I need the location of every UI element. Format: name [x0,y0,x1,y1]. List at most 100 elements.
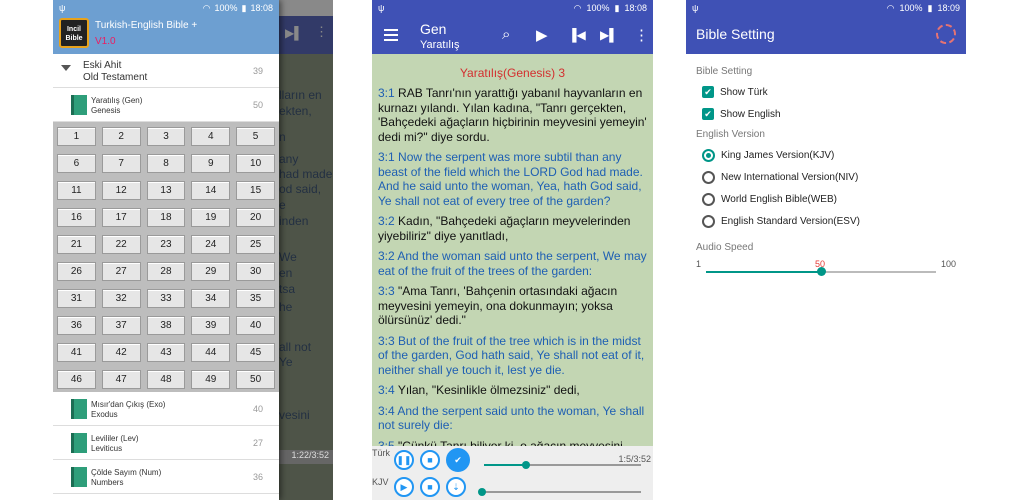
chapter-button[interactable]: 45 [236,343,275,362]
verse-en[interactable]: 3:1 Now the serpent was more subtil than… [378,150,647,208]
testament-count: 39 [252,66,263,76]
chapter-button[interactable]: 31 [57,289,96,308]
stop-button[interactable]: ■ [420,477,440,497]
chapter-button[interactable]: 8 [146,154,186,173]
speed-knob[interactable] [817,267,826,276]
chapter-button[interactable]: 23 [146,235,186,254]
version-option[interactable]: New International Version(NIV) [696,166,956,188]
chapter-button[interactable]: 9 [191,154,231,173]
chapter-button[interactable]: 40 [236,316,275,335]
radio-button[interactable] [702,214,715,228]
chapter-button[interactable]: 32 [101,289,141,308]
menu-icon[interactable] [384,29,398,44]
chapter-button[interactable]: 28 [146,262,186,281]
kjv-progress-knob[interactable] [478,488,486,496]
drawer-scrim[interactable] [279,0,333,500]
chapter-button[interactable]: 16 [57,208,96,227]
chapter-button[interactable]: 37 [101,316,141,335]
verse-tr[interactable]: 3:5 "Çünkü Tanrı biliyor ki, o ağacın me… [378,439,647,447]
verse-en[interactable]: 3:2 And the woman said unto the serpent,… [378,249,647,278]
show-turk-checkbox[interactable]: ✔ [702,86,714,98]
more-icon[interactable]: ⋮ [634,26,649,44]
chapter-button[interactable]: 34 [191,289,231,308]
chapter-button[interactable]: 1 [57,127,96,146]
chapter-button[interactable]: 35 [236,289,275,308]
verse-en[interactable]: 3:4 And the serpent said unto the woman,… [378,404,647,433]
chapter-button[interactable]: 29 [191,262,231,281]
chapter-button[interactable]: 20 [236,208,275,227]
verse-tr[interactable]: 3:2 Kadın, "Bahçedeki ağaçların meyveler… [378,214,647,243]
chapter-button[interactable]: 17 [101,208,141,227]
chapter-button[interactable]: 47 [101,370,141,389]
show-english-option[interactable]: ✔ Show English [696,103,956,125]
pause-button[interactable]: ❚❚ [394,450,414,470]
chapter-button[interactable]: 43 [146,343,186,362]
verse-tr[interactable]: 3:1 RAB Tanrı'nın yarattığı yabanıl hayv… [378,86,647,144]
book-item-leviticus[interactable]: Levililer (Lev) Leviticus 27 [53,426,279,460]
previous-icon[interactable]: ▐◀ [568,28,586,42]
turk-progress-knob[interactable] [522,461,531,469]
chapter-button[interactable]: 36 [57,316,96,335]
testament-section[interactable]: Eski Ahit Old Testament 39 [53,54,279,88]
chapter-button[interactable]: 18 [146,208,186,227]
play-icon[interactable]: ▶ [536,26,548,44]
chapter-button[interactable]: 10 [236,154,275,173]
check-button[interactable]: ✔ [446,448,470,472]
show-english-checkbox[interactable]: ✔ [702,108,714,120]
stop-button[interactable]: ■ [420,450,440,470]
radio-button[interactable] [702,170,715,184]
book-item-genesis[interactable]: Yaratılış (Gen) Genesis 50 [53,88,279,122]
chapter-button[interactable]: 19 [191,208,231,227]
chapter-button[interactable]: 27 [101,262,141,281]
chapter-button[interactable]: 22 [101,235,141,254]
screen-book-drawer: ▶▌ ⋮ lların enekten,nanyhad made.od said… [53,0,333,500]
verse-tr[interactable]: 3:3 "Ama Tanrı, 'Bahçenin ortasındaki ağ… [378,284,647,328]
chapter-button[interactable]: 5 [236,127,275,146]
play-button[interactable]: ▶ [394,477,414,497]
version-option[interactable]: King James Version(KJV) [696,144,956,166]
radio-button[interactable] [702,148,715,162]
show-turk-option[interactable]: ✔ Show Türk [696,81,956,103]
next-icon[interactable]: ▶▌ [600,28,618,42]
audio-speed-slider[interactable]: 1 100 50 [696,257,956,297]
chapter-button[interactable]: 15 [236,181,275,200]
usb-icon: ψ [692,3,699,13]
chapter-button[interactable]: 38 [146,316,186,335]
expand-caret-icon [61,65,71,71]
chapter-button[interactable]: 30 [236,262,275,281]
kjv-progress-track[interactable] [482,491,641,493]
verse-tr[interactable]: 3:4 Yılan, "Kesinlikle ölmezsiniz" dedi, [378,383,647,398]
screen-settings: ψ ◠ 100% ▮ 18:09 Bible Setting Bible Set… [686,0,966,500]
book-item-exodus[interactable]: Mısır'dan Çıkış (Exo) Exodus 40 [53,392,279,426]
chapter-button[interactable]: 42 [101,343,141,362]
download-button[interactable]: ⇣ [446,477,466,497]
chapter-button[interactable]: 50 [236,370,275,389]
version-option[interactable]: World English Bible(WEB) [696,188,956,210]
chapter-button[interactable]: 25 [236,235,275,254]
chapter-button[interactable]: 3 [146,127,186,146]
chapter-button[interactable]: 44 [191,343,231,362]
chapter-button[interactable]: 4 [191,127,231,146]
chapter-button[interactable]: 46 [57,370,96,389]
chapter-button[interactable]: 39 [191,316,231,335]
chapter-button[interactable]: 24 [191,235,231,254]
chapter-button[interactable]: 14 [191,181,231,200]
chapter-button[interactable]: 48 [146,370,186,389]
radio-button[interactable] [702,192,715,206]
chapter-button[interactable]: 26 [57,262,96,281]
chapter-button[interactable]: 12 [101,181,141,200]
verse-en[interactable]: 3:3 But of the fruit of the tree which i… [378,334,647,378]
book-name-en: Exodus [91,410,118,419]
chapter-button[interactable]: 6 [57,154,96,173]
version-option[interactable]: English Standard Version(ESV) [696,210,956,232]
chapter-button[interactable]: 41 [57,343,96,362]
chapter-button[interactable]: 49 [191,370,231,389]
chapter-button[interactable]: 33 [146,289,186,308]
book-item-numbers[interactable]: Çölde Sayım (Num) Numbers 36 [53,460,279,494]
chapter-button[interactable]: 2 [101,127,141,146]
chapter-button[interactable]: 13 [146,181,186,200]
search-icon[interactable]: ⌕ [502,26,510,43]
chapter-button[interactable]: 11 [57,181,96,200]
chapter-button[interactable]: 21 [57,235,96,254]
chapter-button[interactable]: 7 [101,154,141,173]
